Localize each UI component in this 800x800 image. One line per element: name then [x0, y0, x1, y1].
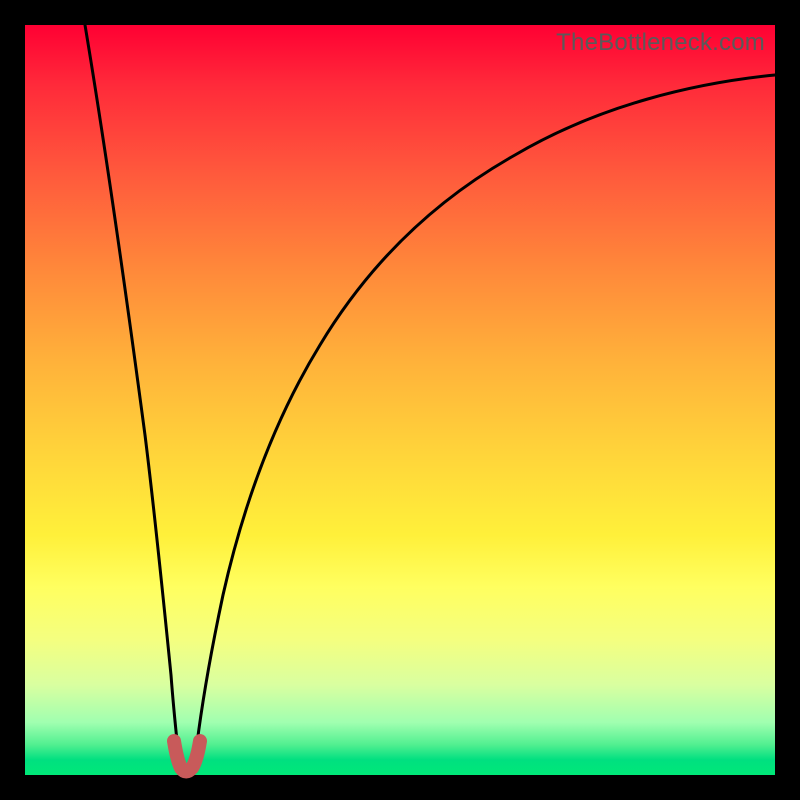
curve-right-branch	[195, 75, 775, 760]
optimal-marker-icon	[174, 741, 200, 772]
chart-area: TheBottleneck.com	[25, 25, 775, 775]
curve-left-branch	[85, 25, 179, 760]
bottleneck-curve	[25, 25, 775, 775]
